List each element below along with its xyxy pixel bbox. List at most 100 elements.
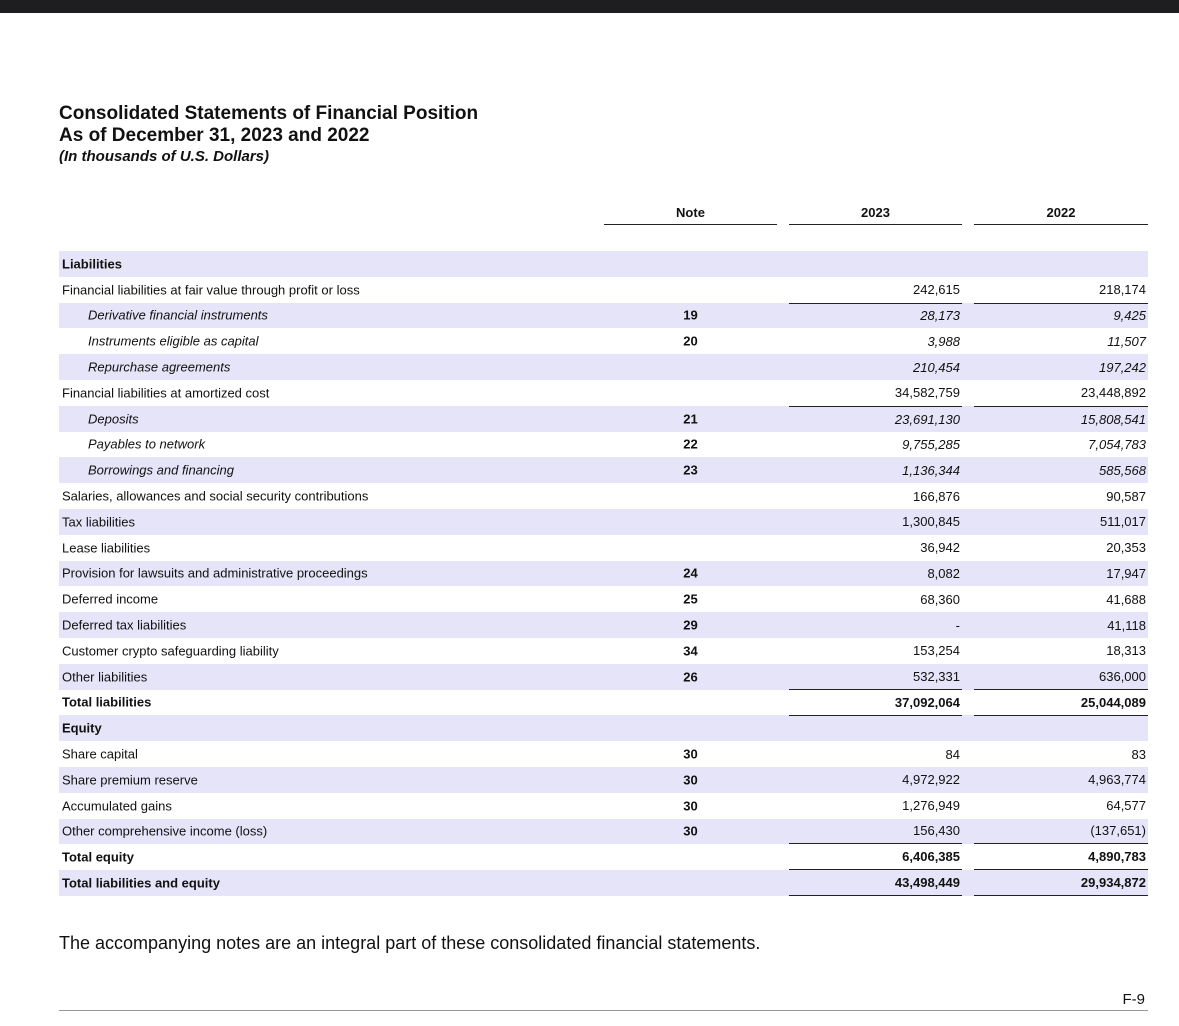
value-2023: 1,276,949 (902, 798, 960, 814)
row-note: 21 (683, 411, 698, 427)
row-note: 29 (683, 617, 698, 633)
value-2022: 218,174 (1099, 282, 1146, 298)
row-label: Other comprehensive income (loss) (62, 823, 268, 839)
row-note: 30 (683, 772, 698, 788)
row-label: Share capital (62, 746, 138, 762)
row-label: Repurchase agreements (88, 359, 231, 375)
value-2022: 585,568 (1099, 462, 1146, 478)
row-label: Total liabilities and equity (62, 875, 220, 891)
value-2023: 68,360 (920, 591, 960, 607)
value-2023: 8,082 (927, 565, 960, 581)
value-2022: 17,947 (1106, 565, 1146, 581)
window-top-bar (0, 0, 1179, 13)
value-2022: 4,963,774 (1088, 772, 1146, 788)
value-2023: 532,331 (789, 664, 962, 690)
table-row: Accumulated gains 30 1,276,949 64,577 (59, 793, 1148, 819)
value-2022: 23,448,892 (1080, 385, 1146, 401)
value-2023: 36,942 (920, 540, 960, 556)
table-row: Deferred income 25 68,360 41,688 (59, 586, 1148, 612)
value-2022: 41,688 (1106, 591, 1146, 607)
value-2022: 197,242 (1099, 359, 1146, 375)
table-row: Other comprehensive income (loss) 30 156… (59, 818, 1148, 845)
table-row: Share premium reserve 30 4,972,922 4,963… (59, 766, 1148, 793)
value-2022: 511,017 (1099, 514, 1146, 530)
table-row: Deferred tax liabilities 29 - 41,118 (59, 612, 1148, 638)
value-2023: 34,582,759 (894, 385, 960, 401)
row-label: Provision for lawsuits and administrativ… (62, 565, 368, 581)
value-2023: 28,173 (789, 302, 962, 329)
row-label: Accumulated gains (62, 798, 172, 814)
value-2022: 18,313 (1106, 643, 1146, 659)
statement-date: As of December 31, 2023 and 2022 (59, 125, 370, 146)
row-label: Share premium reserve (62, 772, 198, 788)
value-2023: 1,136,344 (902, 462, 960, 478)
table-row: Tax liabilities 1,300,845 511,017 (59, 508, 1148, 535)
value-2023: 9,755,285 (902, 436, 960, 452)
row-label: Total equity (62, 849, 134, 865)
statement-title: Consolidated Statements of Financial Pos… (59, 103, 479, 124)
page-divider (59, 1010, 1148, 1011)
row-note: 24 (683, 565, 698, 581)
value-2023: - (955, 617, 960, 633)
row-label: Lease liabilities (62, 540, 151, 556)
row-label: Deposits (88, 411, 139, 427)
value-2023: 23,691,130 (789, 405, 962, 432)
table-row: Instruments eligible as capital 20 3,988… (59, 328, 1148, 354)
row-label: Deferred tax liabilities (62, 617, 187, 633)
table-row: Provision for lawsuits and administrativ… (59, 560, 1148, 587)
row-label: Equity (62, 720, 102, 736)
value-2022: 25,044,089 (1080, 694, 1146, 710)
column-header-2023: 2023 (789, 204, 962, 225)
row-label: Financial liabilities at fair value thro… (62, 282, 360, 298)
value-2023: 153,254 (913, 643, 960, 659)
value-2022: 20,353 (1106, 540, 1146, 556)
row-label: Tax liabilities (62, 514, 135, 530)
total-liabilities-and-equity-row: Total liabilities and equity 43,498,449 … (59, 870, 1148, 896)
table-row: Lease liabilities 36,942 20,353 (59, 535, 1148, 561)
table-row: Borrowings and financing 23 1,136,344 58… (59, 457, 1148, 484)
value-2023: 166,876 (913, 488, 960, 504)
value-2023: 6,406,385 (789, 844, 962, 871)
row-label: Other liabilities (62, 669, 148, 685)
statement-header: Consolidated Statements of Financial Pos… (59, 103, 478, 166)
page-number: F-9 (1122, 991, 1146, 1008)
value-2022: (137,651) (974, 819, 1148, 845)
value-2022: 29,934,872 (974, 870, 1148, 896)
table-row: Salaries, allowances and social security… (59, 483, 1148, 509)
value-2022: 15,808,541 (974, 405, 1148, 432)
value-2022: 41,118 (1107, 617, 1146, 633)
value-2023: 37,092,064 (894, 694, 960, 710)
value-2023: 210,454 (913, 359, 960, 375)
row-label: Total liabilities (62, 694, 152, 710)
row-note: 30 (683, 746, 698, 762)
value-2023: 4,972,922 (902, 772, 960, 788)
value-2022: 83 (1131, 746, 1146, 762)
value-2023 (789, 715, 962, 741)
value-2022: 4,890,783 (974, 844, 1148, 871)
value-2023: 84 (945, 746, 960, 762)
table-row: Deposits 21 23,691,130 15,808,541 (59, 405, 1148, 432)
row-label: Financial liabilities at amortized cost (62, 385, 270, 401)
value-2022: 64,577 (1106, 798, 1146, 814)
column-header-2022: 2022 (974, 204, 1148, 225)
row-label: Payables to network (88, 436, 206, 452)
row-note: 34 (683, 643, 698, 659)
value-2023: 43,498,449 (789, 870, 962, 896)
table-row: Repurchase agreements 210,454 197,242 (59, 354, 1148, 380)
value-2022: 11,507 (1107, 333, 1146, 349)
row-note: 30 (683, 798, 698, 814)
value-2022 (974, 715, 1148, 741)
row-note: 23 (683, 462, 698, 478)
value-2022: 9,425 (974, 302, 1148, 329)
value-2022: 90,587 (1106, 488, 1146, 504)
section-header-liabilities: Liabilities (59, 251, 1148, 277)
row-label: Instruments eligible as capital (88, 333, 259, 349)
table-row: Financial liabilities at amortized cost … (59, 380, 1148, 406)
value-2023: 156,430 (789, 819, 962, 845)
row-label: Borrowings and financing (88, 462, 234, 478)
value-2022: 7,054,783 (1088, 436, 1146, 452)
row-note: 20 (683, 333, 698, 349)
section-header-equity: Equity (59, 715, 1148, 742)
table-row: Financial liabilities at fair value thro… (59, 277, 1148, 303)
table-row: Share capital 30 84 83 (59, 741, 1148, 767)
